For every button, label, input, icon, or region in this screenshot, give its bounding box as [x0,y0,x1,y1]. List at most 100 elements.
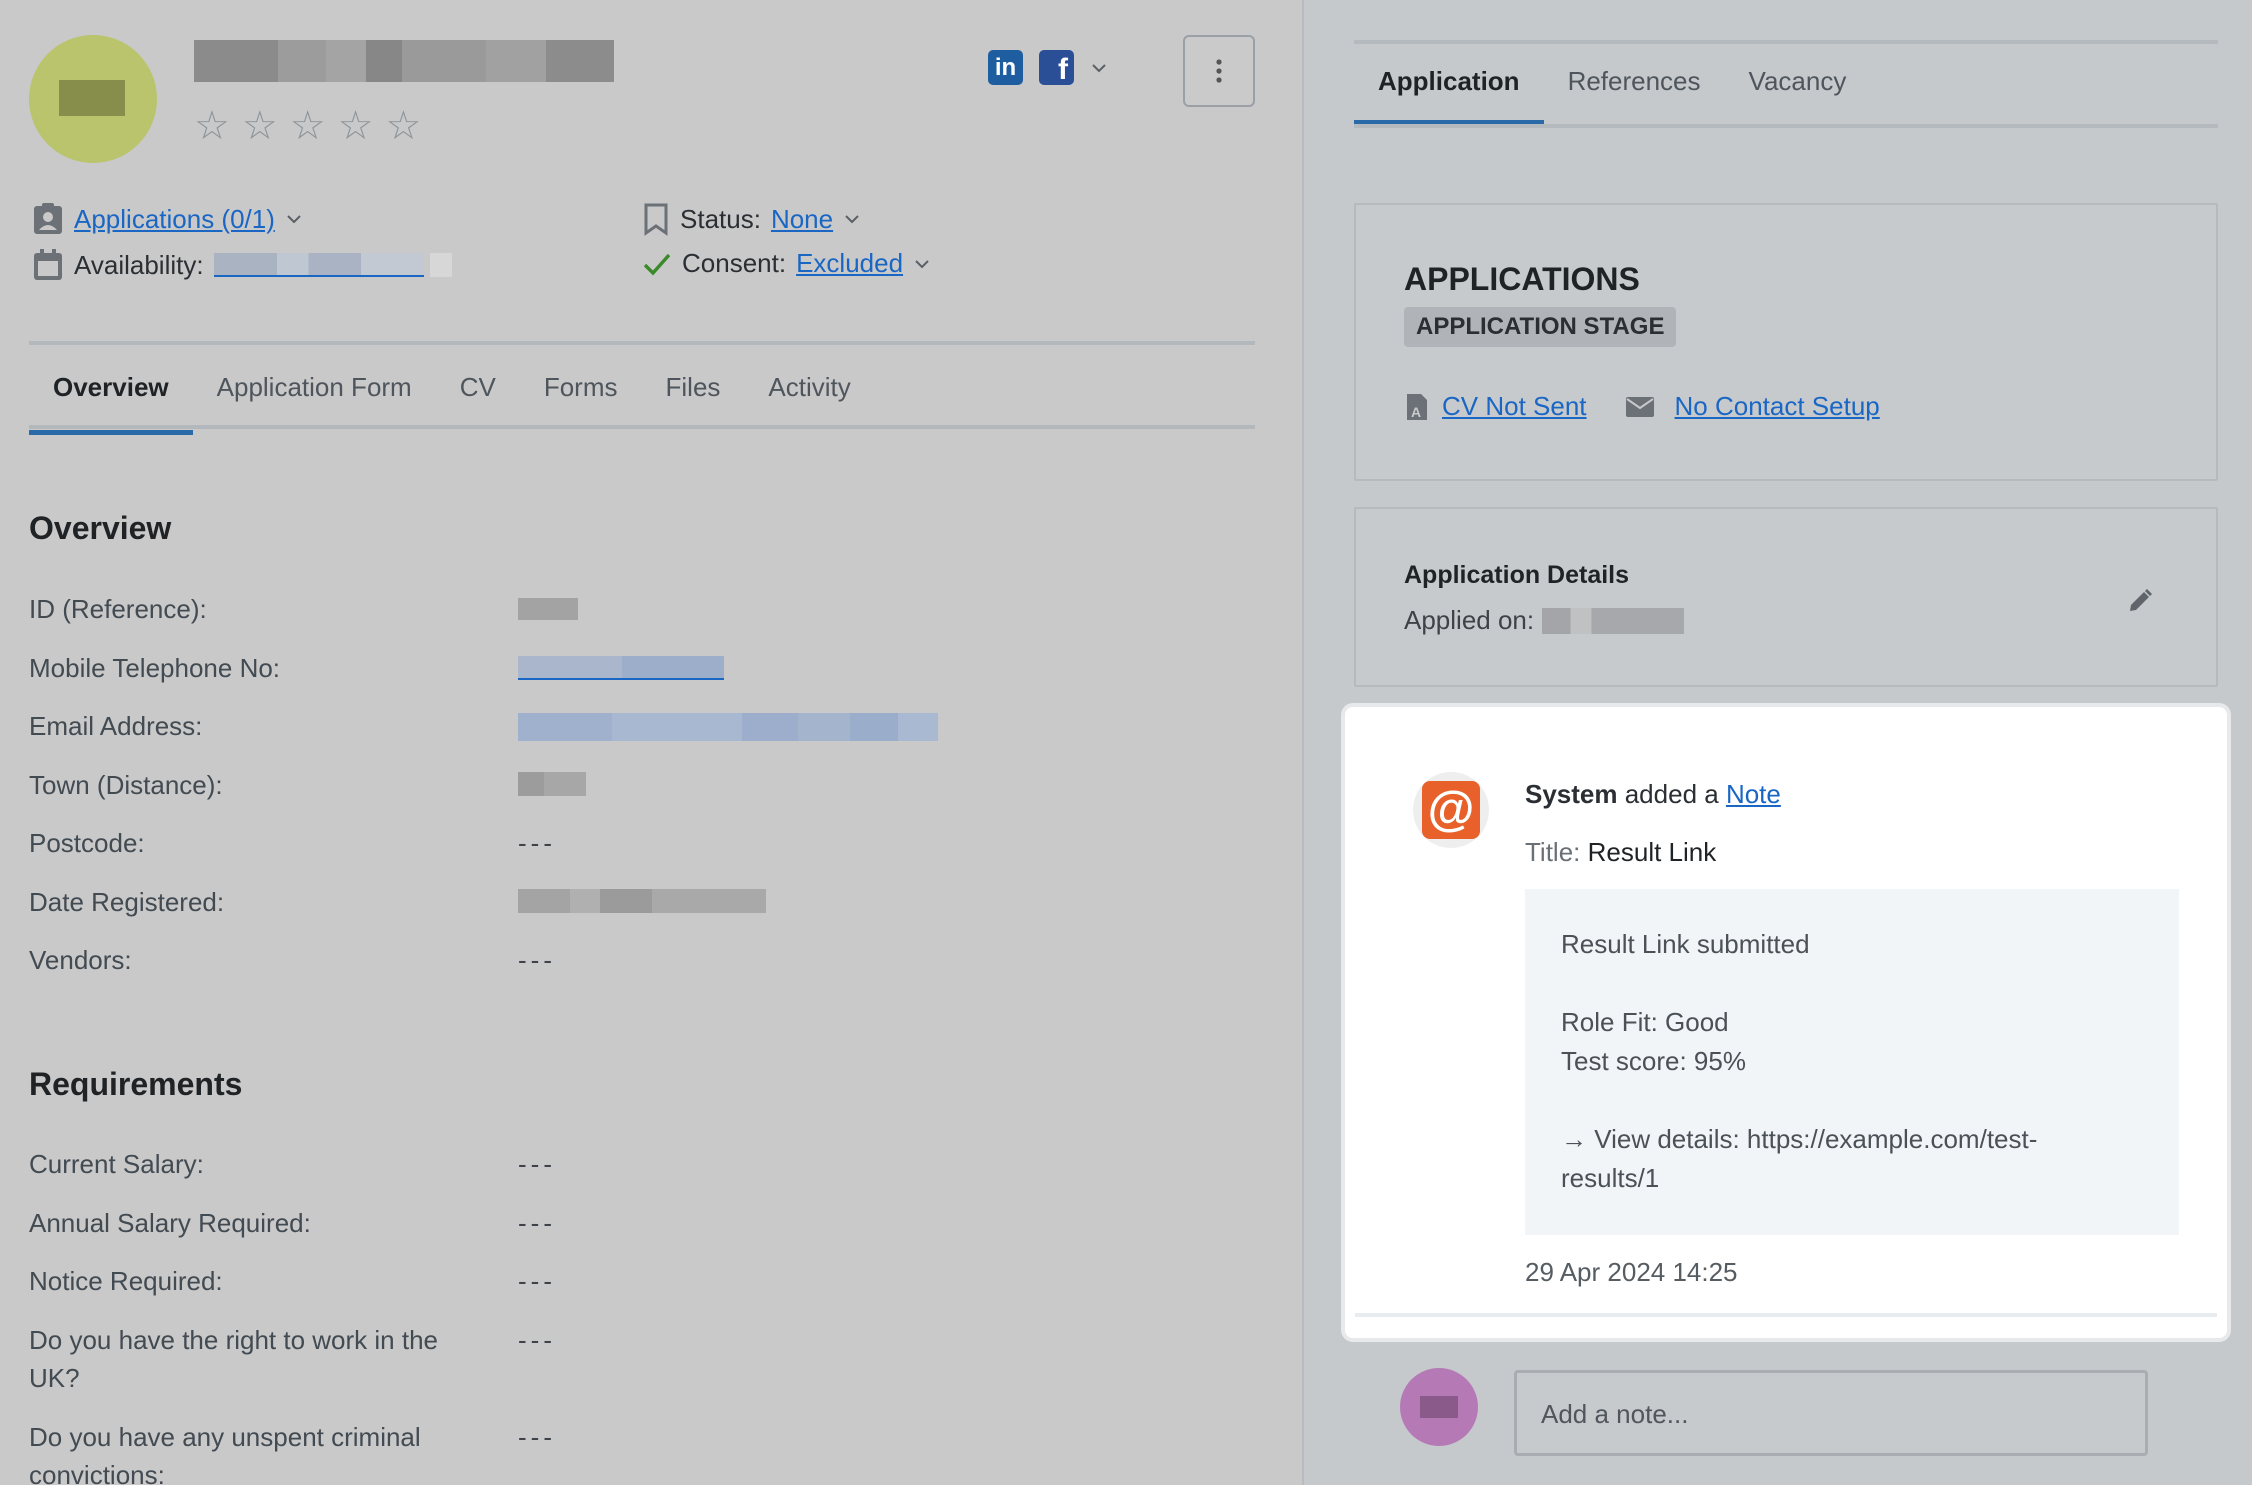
field-label: Date Registered: [29,887,225,917]
note-action: added a [1617,779,1726,809]
date-registered-value-redacted [518,889,766,913]
application-stage-badge: APPLICATION STAGE [1404,307,1677,347]
tab-application-form[interactable]: Application Form [193,360,436,423]
applications-card: APPLICATIONS APPLICATION STAGE A CV Not … [1354,203,2218,481]
system-avatar: @ [1413,772,1489,848]
field-label: Do you have the right to work in the UK? [29,1325,439,1393]
clipboard-user-icon [34,203,62,234]
chevron-down-icon[interactable] [913,255,931,273]
svg-text:A: A [1411,404,1421,420]
note-card: @ System added a Note Title: Result Link… [1345,707,2227,1338]
application-links: A CV Not Sent No Contact Setup [1404,391,1880,422]
note-timestamp: 29 Apr 2024 14:25 [1525,1257,1738,1287]
availability-date-redacted[interactable] [213,253,424,277]
field-label: Notice Required: [29,1266,223,1296]
no-contact-setup-link[interactable]: No Contact Setup [1675,391,1880,422]
field-label: Do you have any unspent criminal convict… [29,1422,421,1485]
applied-on-row: Applied on: [1404,605,1685,636]
candidate-name-redacted [194,40,614,82]
tabs-divider [1354,124,2218,128]
calendar-icon [34,249,62,280]
availability-label: Availability: [74,249,204,280]
social-links: in f [988,50,1108,85]
bookmark-icon [644,203,668,236]
email-value-redacted[interactable] [518,713,938,741]
tab-references[interactable]: References [1544,66,1725,121]
tab-application[interactable]: Application [1354,66,1544,125]
user-avatar [1400,1368,1478,1446]
consent-row: Consent: Excluded [642,248,931,279]
field-label: Annual Salary Required: [29,1208,311,1238]
status-link[interactable]: None [771,204,833,235]
star-icon[interactable]: ☆ [338,106,374,146]
kebab-menu-icon [1216,59,1222,83]
tab-vacancy[interactable]: Vacancy [1725,66,1871,121]
divider [1354,40,2218,44]
add-note-input[interactable]: Add a note... [1514,1370,2148,1456]
consent-label: Consent: [682,248,787,278]
note-title-row: Title: Result Link [1525,837,1716,868]
note-line: Role Fit: Good [1561,1007,1729,1037]
star-icon[interactable]: ☆ [194,106,230,146]
field-label: Postcode: [29,828,145,858]
field-label: Vendors: [29,945,132,975]
applications-link[interactable]: Applications (0/1) [74,204,275,235]
note-body: Result Link submitted Role Fit: Good Tes… [1525,889,2179,1235]
consent-link[interactable]: Excluded [796,248,903,279]
field-label: Email Address: [29,711,203,741]
cv-not-sent-link[interactable]: CV Not Sent [1442,391,1587,422]
more-actions-button[interactable] [1183,35,1255,107]
note-line: Test score: 95% [1561,1046,1746,1076]
id-value-redacted [518,598,578,620]
tab-cv[interactable]: CV [436,360,520,423]
candidate-panel: ☆ ☆ ☆ ☆ ☆ in f Applications (0/1) Availa… [0,0,1302,1485]
linkedin-icon[interactable]: in [988,50,1023,85]
candidate-avatar [29,35,157,163]
divider [29,341,1255,345]
notice-value: --- [518,1266,556,1296]
avatar-initials-redacted [59,80,125,116]
applications-row: Applications (0/1) [32,202,303,236]
postcode-value: --- [518,828,556,858]
note-line: results/1 [1561,1163,1660,1193]
field-label: ID (Reference): [29,594,207,624]
facebook-icon[interactable]: f [1039,50,1074,85]
tab-overview[interactable]: Overview [29,360,193,435]
star-icon[interactable]: ☆ [242,106,278,146]
star-icon[interactable]: ☆ [385,106,421,146]
star-icon[interactable]: ☆ [290,106,326,146]
annual-salary-value: --- [518,1208,556,1238]
tab-files[interactable]: Files [642,360,745,423]
criminal-convictions-value: --- [518,1422,556,1452]
town-value-redacted [518,772,586,796]
rating-stars[interactable]: ☆ ☆ ☆ ☆ ☆ [194,106,421,146]
note-header: System added a Note [1525,779,1781,810]
field-label: Town (Distance): [29,770,223,800]
chevron-down-icon[interactable] [285,210,303,228]
edit-pencil-icon[interactable] [2126,587,2154,615]
requirements-heading: Requirements [29,1066,243,1102]
status-label: Status: [680,203,761,234]
application-details-title: Application Details [1404,561,1630,589]
note-line [1561,964,2143,1003]
avatar-initials-redacted [1420,1396,1458,1418]
note-title-label: Title: [1525,837,1581,867]
overview-heading: Overview [29,510,172,546]
status-row: Status: None [642,202,861,236]
document-icon: A [1407,393,1427,420]
mobile-value-redacted[interactable] [518,656,724,680]
checkmark-icon [643,253,671,275]
note-type-link[interactable]: Note [1726,779,1781,809]
candidate-tabs: Overview Application Form CV Forms Files… [29,360,875,435]
tab-forms[interactable]: Forms [520,360,642,423]
applied-on-label: Applied on: [1404,605,1535,635]
envelope-icon [1625,396,1654,417]
chevron-down-icon[interactable] [843,210,861,228]
application-tabs: Application References Vacancy [1354,66,1871,125]
chevron-down-icon[interactable] [1090,59,1108,77]
tab-activity[interactable]: Activity [744,360,874,423]
right-to-work-value: --- [518,1325,556,1355]
availability-date-redacted-tail [429,253,452,277]
at-sign-icon: @ [1422,781,1480,839]
application-details-card: Application Details Applied on: [1354,507,2218,687]
